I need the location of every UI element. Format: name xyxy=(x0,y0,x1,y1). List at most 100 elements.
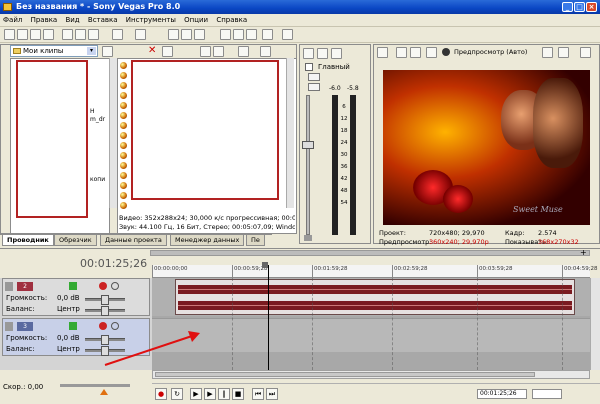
tab-more[interactable]: Пе xyxy=(246,235,265,246)
split-screen-icon[interactable] xyxy=(410,47,421,58)
track-expand-icon[interactable] xyxy=(5,282,13,291)
track-lanes[interactable] xyxy=(152,278,590,370)
list-scrollbar[interactable] xyxy=(286,58,294,208)
pan-slider[interactable] xyxy=(85,306,125,316)
mute-icon[interactable] xyxy=(308,73,320,81)
waveform-left xyxy=(178,285,572,294)
stop-icon[interactable] xyxy=(213,46,224,57)
timeline-vscroll[interactable] xyxy=(590,278,600,370)
menu-options[interactable]: Опции xyxy=(181,14,211,27)
menu-help[interactable]: Справка xyxy=(213,14,250,27)
copy-snapshot-icon[interactable] xyxy=(542,47,553,58)
play-from-start-icon[interactable]: ▶ xyxy=(190,388,202,400)
folder-dropdown[interactable]: Мои клипы ▾ xyxy=(10,45,98,57)
menu-tools[interactable]: Инструменты xyxy=(123,14,179,27)
meter-left-db: -6.0 xyxy=(329,85,341,92)
preview-fx-icon[interactable] xyxy=(396,47,407,58)
open-icon[interactable] xyxy=(17,29,28,40)
play-icon[interactable] xyxy=(200,46,211,57)
delete-icon[interactable]: ✕ xyxy=(148,45,156,57)
scroll-thumb[interactable] xyxy=(155,372,535,377)
rate-slider[interactable] xyxy=(60,384,130,387)
tab-trimmer[interactable]: Обрезчик xyxy=(54,235,97,246)
media-file-icon xyxy=(120,112,127,119)
volume-slider[interactable] xyxy=(85,295,125,305)
paste-icon[interactable] xyxy=(88,29,99,40)
mute-track-icon[interactable] xyxy=(111,282,119,290)
audio-lane-2[interactable] xyxy=(152,318,590,352)
time-ruler[interactable]: 00:00:00;00 00:00:59;28 00:01:59;28 00:0… xyxy=(152,265,598,278)
normal-edit-tool-icon[interactable] xyxy=(220,29,231,40)
cut-icon[interactable] xyxy=(62,29,73,40)
preview-quality-dropdown[interactable]: Предпросмотр (Авто) xyxy=(454,47,527,58)
audio-clip[interactable] xyxy=(175,279,575,315)
render-icon[interactable] xyxy=(168,29,179,40)
pause-icon[interactable]: ‖ xyxy=(218,388,230,400)
marker-bar[interactable] xyxy=(150,250,590,256)
play-icon[interactable]: ▶ xyxy=(204,388,216,400)
save-snapshot-icon[interactable] xyxy=(558,47,569,58)
tab-media-manager[interactable]: Менеджер данных xyxy=(170,235,245,246)
media-file-icon xyxy=(120,182,127,189)
mixer-properties-icon[interactable] xyxy=(303,48,314,59)
menu-bar: Файл Правка Вид Вставка Инструменты Опци… xyxy=(0,14,600,27)
preview-properties-icon[interactable] xyxy=(377,47,388,58)
preview-info-left: Проект: 720x480; 29,970 Предпросмотр: 36… xyxy=(379,229,489,246)
grid-line xyxy=(232,278,233,370)
menu-edit[interactable]: Правка xyxy=(28,14,61,27)
master-fader-handle[interactable] xyxy=(302,141,314,149)
mixer-checkbox[interactable] xyxy=(305,63,313,71)
mixer-fx-icon[interactable] xyxy=(331,48,342,59)
tab-project-media[interactable]: Данные проекта xyxy=(100,235,167,246)
preview-options-icon[interactable] xyxy=(580,47,591,58)
external-monitor-icon[interactable] xyxy=(442,48,450,56)
tab-explorer[interactable]: Проводник xyxy=(2,235,54,246)
properties-icon[interactable] xyxy=(43,29,54,40)
rate-marker-icon[interactable] xyxy=(100,389,108,395)
save-icon[interactable] xyxy=(30,29,41,40)
views-icon[interactable] xyxy=(260,46,271,57)
start-preview-icon[interactable] xyxy=(162,46,173,57)
end-timecode: 00:01:25;26 xyxy=(477,389,527,399)
media-info-video: Видео: 352x288x24; 30,000 к/с прогрессив… xyxy=(119,214,295,222)
arm-record-icon[interactable] xyxy=(99,282,107,290)
selection-tool-icon[interactable] xyxy=(246,29,257,40)
menu-insert[interactable]: Вставка xyxy=(85,14,121,27)
track-expand-icon[interactable] xyxy=(5,322,13,331)
auto-ripple-icon[interactable] xyxy=(194,29,205,40)
pan-label: Баланс: xyxy=(6,305,35,313)
tree-scrollbar[interactable] xyxy=(109,58,117,208)
audio-track-header[interactable]: 2 Громкость: 0,0 dB Баланс: Центр xyxy=(2,278,150,316)
undo-icon[interactable] xyxy=(112,29,123,40)
loop-icon[interactable]: ↻ xyxy=(171,388,183,400)
audio-lane-1[interactable] xyxy=(152,278,590,316)
copy-icon[interactable] xyxy=(75,29,86,40)
menu-view[interactable]: Вид xyxy=(62,14,82,27)
help-icon[interactable] xyxy=(282,29,293,40)
snap-icon[interactable] xyxy=(181,29,192,40)
zoom-tool-icon[interactable] xyxy=(262,29,273,40)
mixer-insert-bus-icon[interactable] xyxy=(317,48,328,59)
minimize-button[interactable]: _ xyxy=(562,2,573,12)
track-fx-icon[interactable] xyxy=(69,282,77,290)
search-icon[interactable] xyxy=(238,46,249,57)
stop-icon[interactable]: ■ xyxy=(232,388,244,400)
redo-icon[interactable] xyxy=(135,29,146,40)
go-to-end-icon[interactable]: ⏭ xyxy=(266,388,278,400)
lock-icon[interactable] xyxy=(304,235,312,241)
menu-file[interactable]: Файл xyxy=(0,14,25,27)
marker-plus[interactable]: + xyxy=(580,248,587,257)
go-to-start-icon[interactable]: ⏮ xyxy=(252,388,264,400)
new-file-icon[interactable] xyxy=(4,29,15,40)
overlays-icon[interactable] xyxy=(426,47,437,58)
record-icon[interactable]: ● xyxy=(155,388,167,400)
folder-up-icon[interactable] xyxy=(102,46,113,57)
close-button[interactable]: × xyxy=(586,2,597,12)
media-file-icon xyxy=(120,92,127,99)
folder-icon xyxy=(13,48,21,54)
envelope-tool-icon[interactable] xyxy=(233,29,244,40)
track-fx-icon[interactable] xyxy=(69,322,77,330)
timeline-hscroll[interactable] xyxy=(152,370,590,379)
solo-icon[interactable] xyxy=(308,83,320,91)
maximize-button[interactable]: □ xyxy=(574,2,585,12)
